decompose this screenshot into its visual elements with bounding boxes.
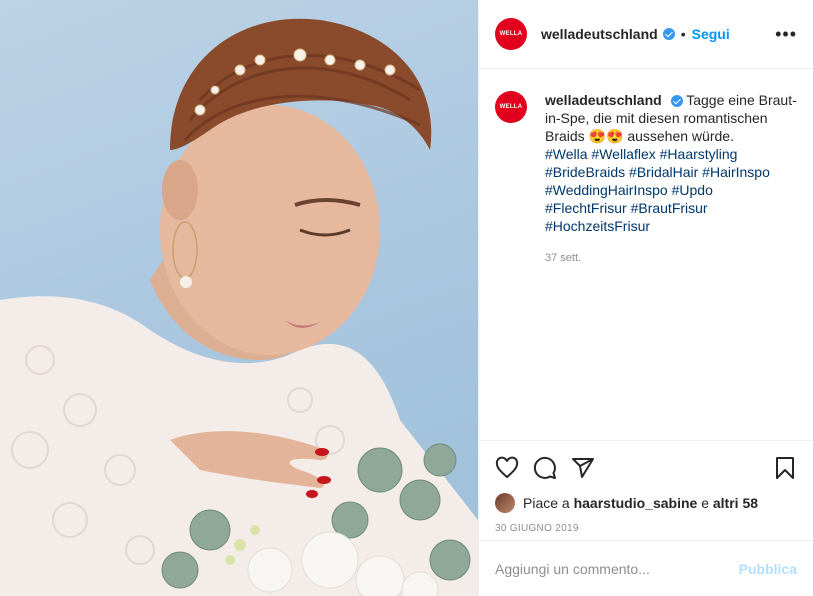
wella-logo-avatar[interactable]: WELLA (495, 18, 527, 50)
caption-block: WELLA welladeutschland Tagge eine Braut-… (479, 69, 813, 267)
caption-hashtags[interactable]: #Wella #Wellaflex #Haarstyling #BrideBra… (545, 145, 797, 235)
post-time-ago[interactable]: 37 sett. (545, 249, 797, 267)
follow-button[interactable]: Segui (692, 26, 730, 42)
share-icon[interactable] (571, 456, 595, 480)
post-date[interactable]: 30 GIUGNO 2019 (495, 523, 797, 534)
caption-username[interactable]: welladeutschland (545, 92, 662, 108)
likes-conjunction: e (701, 495, 709, 511)
post-photo[interactable] (0, 0, 478, 596)
liker-avatar[interactable] (495, 493, 515, 513)
bookmark-icon[interactable] (773, 456, 797, 480)
liker-username[interactable]: haarstudio_sabine (574, 495, 698, 511)
caption: welladeutschland Tagge eine Braut-in-Spe… (545, 91, 797, 267)
logo-text: WELLA (499, 31, 523, 37)
logo-text: WELLA (499, 104, 523, 110)
post-header: WELLA welladeutschland • Segui ••• (479, 0, 813, 69)
comment-box: Aggiungi un commento... Pubblica (479, 540, 813, 596)
separator-dot: • (680, 26, 686, 42)
verified-badge-icon (662, 28, 675, 40)
comment-icon[interactable] (533, 456, 557, 480)
heart-icon[interactable] (495, 456, 519, 480)
header-username[interactable]: welladeutschland (541, 26, 658, 42)
bride-portrait-image (0, 18, 478, 596)
publish-button[interactable]: Pubblica (739, 561, 797, 577)
more-icon[interactable]: ••• (775, 24, 797, 45)
likes-line: Piace a haarstudio_sabine e altri 58 (495, 493, 797, 513)
verified-badge-icon (670, 95, 683, 108)
caption-avatar[interactable]: WELLA (495, 91, 527, 123)
action-bar: Piace a haarstudio_sabine e altri 58 30 … (479, 440, 813, 534)
likes-others[interactable]: altri 58 (713, 495, 758, 511)
likes-prefix: Piace a (523, 495, 570, 511)
post-panel: WELLA welladeutschland • Segui ••• WELLA… (478, 0, 813, 596)
comment-input[interactable]: Aggiungi un commento... (495, 561, 650, 577)
